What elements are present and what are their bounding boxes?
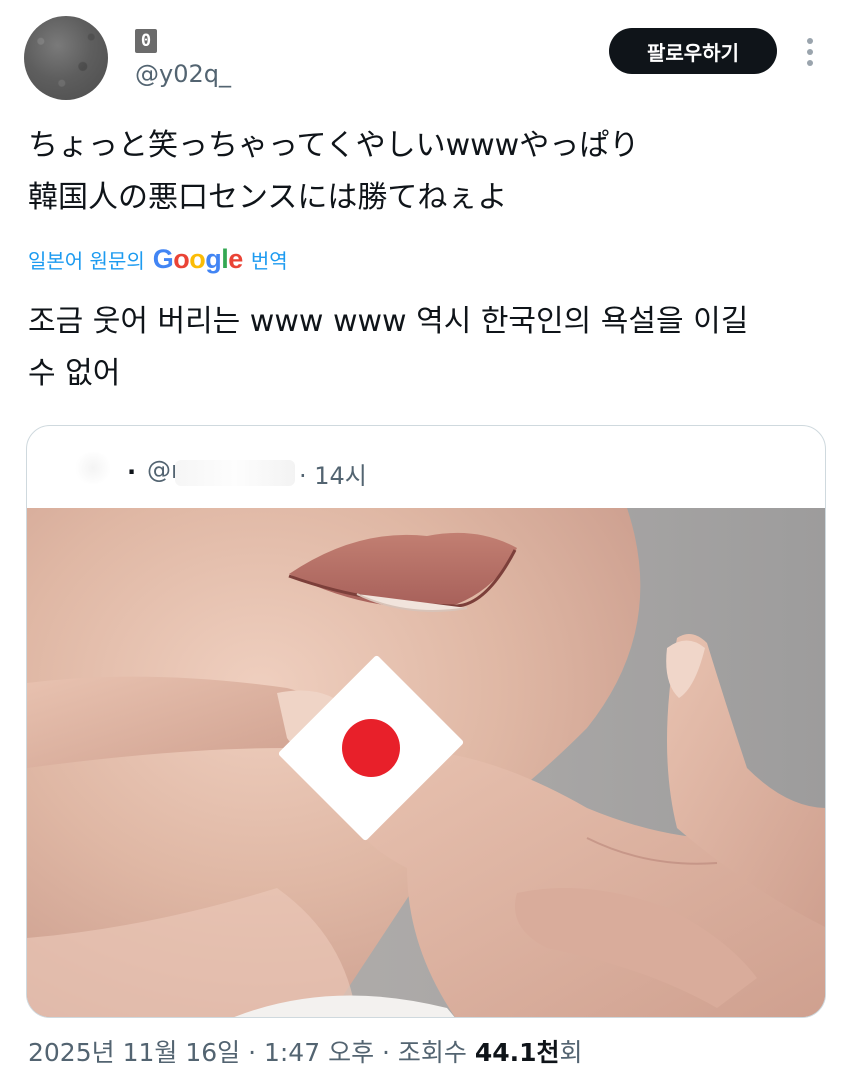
translate-link[interactable]: 일본어 원문의 Google 번역	[28, 242, 288, 276]
more-dot	[807, 38, 813, 44]
tweet-line: 韓国人の悪口センスには勝てねぇよ	[28, 180, 508, 215]
author-display-name[interactable]: 0	[135, 28, 157, 54]
quoted-tweet-image[interactable]	[27, 508, 825, 1017]
tweet-line: ちょっと笑っちゃってくやしいwwwやっぱり	[28, 128, 640, 163]
tweet-timestamp[interactable]: 2025년 11월 16일 · 1:47 오후 · 조회수	[28, 1038, 475, 1067]
follow-button[interactable]: 팔로우하기	[609, 28, 777, 74]
tweet-body: ちょっと笑っちゃってくやしいwwwやっぱり 韓国人の悪口センスには勝てねぇよ	[28, 120, 818, 224]
photo-illustration	[27, 508, 825, 1017]
translated-line: 수 없어	[28, 356, 121, 391]
translated-line: 조금 웃어 버리는 www www 역시 한국인의 욕설을 이길	[28, 304, 749, 339]
translate-label: 일본어 원문의	[28, 248, 145, 273]
redacted-handle	[175, 460, 295, 486]
google-logo: Google	[152, 243, 244, 274]
quoted-author-avatar	[73, 452, 113, 484]
views-count: 44.1천	[474, 1038, 560, 1067]
translated-body: 조금 웃어 버리는 www www 역시 한국인의 욕설을 이길 수 없어	[28, 296, 828, 400]
quoted-tweet-card[interactable]: . @r · 14시	[26, 425, 826, 1018]
quoted-author-name: .	[127, 452, 137, 480]
display-name-text: 0	[135, 29, 157, 53]
translate-action: 번역	[250, 248, 288, 273]
quoted-tweet-header: . @r · 14시	[27, 426, 825, 508]
quoted-tweet-time: · 14시	[299, 462, 367, 490]
author-handle[interactable]: @y02q_	[135, 60, 231, 88]
tweet-page: 0 @y02q_ 팔로우하기 ちょっと笑っちゃってくやしいwwwやっぱり 韓国人…	[0, 0, 850, 1081]
author-avatar[interactable]	[24, 16, 108, 100]
more-dot	[807, 60, 813, 66]
more-options-icon[interactable]	[798, 34, 822, 70]
more-dot	[807, 49, 813, 55]
views-suffix: 회	[559, 1038, 583, 1067]
tweet-metadata: 2025년 11월 16일 · 1:47 오후 · 조회수 44.1천회	[28, 1033, 583, 1069]
